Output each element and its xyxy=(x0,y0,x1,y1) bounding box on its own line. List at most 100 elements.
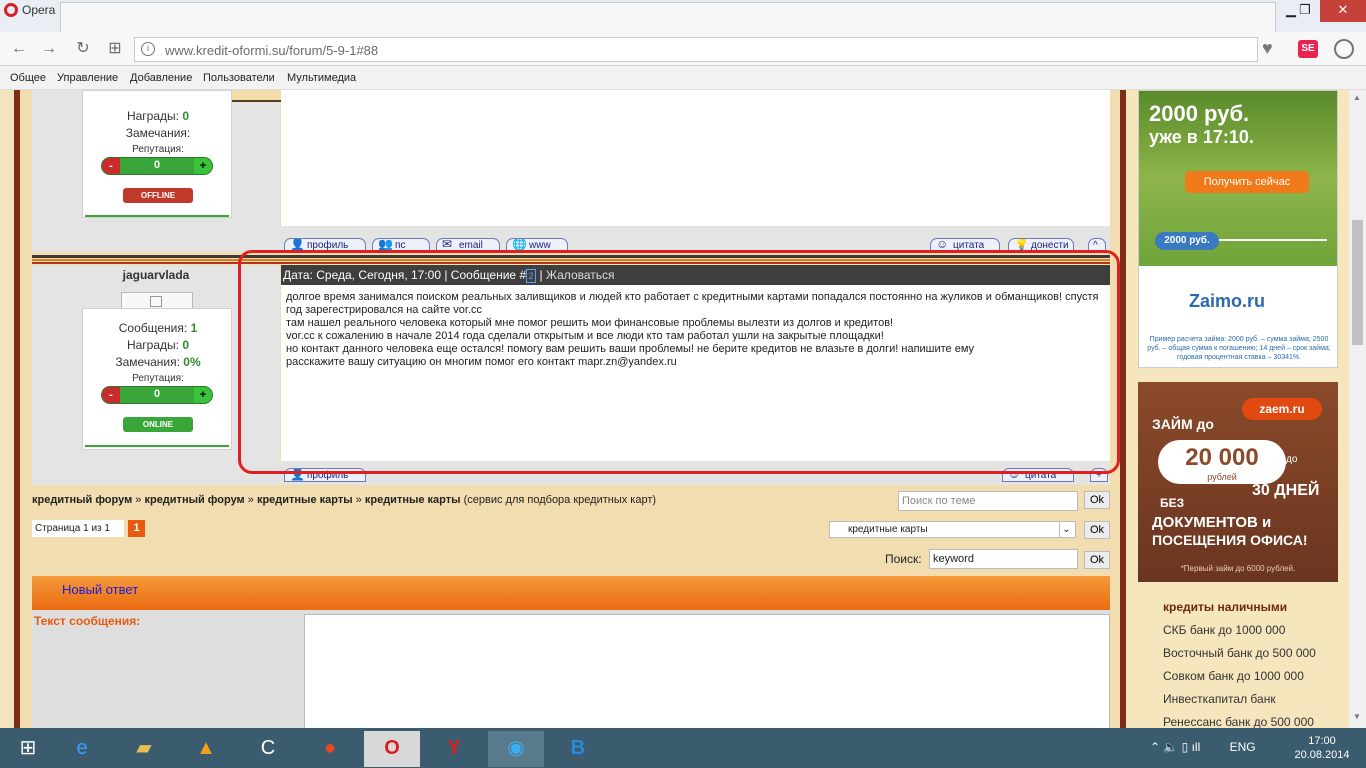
ezaem-currency: рублей xyxy=(1207,472,1237,482)
opera-taskbar-icon[interactable]: O xyxy=(364,731,420,767)
prev-rep-minus-button[interactable]: - xyxy=(102,158,120,174)
forum-jump-select[interactable]: кредитные карты ⌄ xyxy=(829,521,1076,538)
remarks-value: Замечания: 0% xyxy=(115,355,201,369)
scroll-up-icon[interactable]: ▲ xyxy=(1353,93,1361,102)
prev-awards: Награды: 0 xyxy=(126,109,190,123)
sidebar-link-renaissance[interactable]: Ренессанс банк до 500 000 xyxy=(1163,715,1314,728)
page-scrollbar[interactable]: ▲ ▼ xyxy=(1349,90,1366,728)
speed-dial-icon[interactable]: ⊞ xyxy=(104,38,126,60)
ezaem-brand: zaem.ru xyxy=(1242,398,1322,420)
sidebar-link-skb[interactable]: СКБ банк до 1000 000 xyxy=(1163,623,1285,637)
sidebar-link-sovcom[interactable]: Совком банк до 1000 000 xyxy=(1163,669,1304,683)
site-info-icon[interactable]: i xyxy=(141,42,155,56)
forum-jump-ok-button[interactable]: Ok xyxy=(1084,521,1110,539)
language-indicator[interactable]: ENG xyxy=(1230,740,1256,754)
menu-item-general[interactable]: Общее xyxy=(10,72,46,84)
paint-icon[interactable]: ● xyxy=(302,731,358,767)
prev-status-badge: OFFLINE xyxy=(123,188,193,203)
zaimo-time: уже в 17:10. xyxy=(1149,127,1254,147)
topic-search-input[interactable]: Поиск по теме xyxy=(898,491,1078,511)
ezaem-ad[interactable]: zaem.ru ЗАЙМ до 20 000 рублей до 30 ДНЕЙ… xyxy=(1138,382,1338,582)
ezaem-visit: ПОСЕЩЕНИЯ ОФИСА! xyxy=(1152,532,1308,548)
search-ok-button[interactable]: Ok xyxy=(1084,551,1110,569)
messages-count: Сообщения: 1 xyxy=(118,321,198,335)
prev-reputation-label: Репутация: xyxy=(132,144,184,155)
ezaem-loan-label: ЗАЙМ до xyxy=(1152,416,1214,432)
prev-rep-plus-button[interactable]: + xyxy=(194,158,212,174)
rep-plus-button[interactable]: + xyxy=(194,387,212,403)
address-url[interactable]: www.kredit-oformi.su/forum/5-9-1#88 xyxy=(165,43,378,58)
ezaem-to: до xyxy=(1286,454,1298,465)
breadcrumb-link[interactable]: кредитные карты xyxy=(257,494,353,506)
reply-title: Новый ответ xyxy=(62,582,139,597)
tab-strip[interactable] xyxy=(60,2,1276,32)
zaimo-ad[interactable]: 2000 руб. уже в 17:10. Получить сейчас 2… xyxy=(1138,90,1338,368)
prev-reputation-bar: - 0 + xyxy=(101,157,213,175)
internet-explorer-icon[interactable]: e xyxy=(54,731,110,767)
reply-header: Новый ответ xyxy=(32,576,1110,610)
post-user-card: Сообщения: 1 Награды: 0 Замечания: 0% Ре… xyxy=(82,308,232,450)
rep-value: 0 xyxy=(153,388,161,400)
back-icon[interactable]: ← xyxy=(8,38,30,60)
file-explorer-icon[interactable]: ▰ xyxy=(116,731,172,767)
page-viewport: Награды: 0 Замечания: Репутация: - 0 + O… xyxy=(0,90,1349,728)
zaimo-disclaimer: Пример расчета займа: 2000 руб. – сумма … xyxy=(1147,336,1331,361)
menu-item-users[interactable]: Пользователи xyxy=(203,72,275,84)
breadcrumb-link[interactable]: кредитные карты xyxy=(365,494,461,506)
search-input[interactable]: keyword xyxy=(929,549,1078,569)
bookmark-heart-icon[interactable]: ♥ xyxy=(1262,38,1273,59)
scroll-down-icon[interactable]: ▼ xyxy=(1353,712,1361,721)
breadcrumb: кредитный форум » кредитный форум » кред… xyxy=(32,494,657,506)
ezaem-without: БЕЗ xyxy=(1160,496,1185,510)
sidebar-heading: кредиты наличными xyxy=(1163,600,1288,614)
vk-app-icon[interactable]: B xyxy=(550,731,606,767)
maximize-button[interactable]: ❐ xyxy=(1290,0,1320,22)
chevron-down-icon[interactable]: ⌄ xyxy=(1059,522,1073,537)
message-text-label: Текст сообщения: xyxy=(34,614,141,628)
prev-user-card: Награды: 0 Замечания: Репутация: - 0 + O… xyxy=(82,90,232,218)
avast-icon[interactable]: ▲ xyxy=(178,731,234,767)
prev-remarks: Замечания: xyxy=(125,126,191,140)
reload-icon[interactable]: ↻ xyxy=(72,38,94,60)
tray-icons[interactable]: ⌃ 🔈 ▯ ıll xyxy=(1150,740,1200,754)
system-tray[interactable]: ⌃ 🔈 ▯ ıll ENG xyxy=(1150,740,1256,754)
message-textarea[interactable] xyxy=(304,614,1110,728)
prev-rep-value: 0 xyxy=(153,159,161,171)
sidebar-link-vostochny[interactable]: Восточный банк до 500 000 xyxy=(1163,646,1316,660)
close-window-button[interactable]: ✕ xyxy=(1320,0,1366,22)
online-badge: ONLINE xyxy=(123,417,193,432)
extension-se-icon[interactable]: SE xyxy=(1298,40,1318,58)
zaimo-slider[interactable]: 2000 руб. xyxy=(1155,232,1219,250)
forum-description: (сервис для подбора кредитных карт) xyxy=(463,494,657,506)
current-page-button[interactable]: 1 xyxy=(128,520,145,537)
menu-item-management[interactable]: Управление xyxy=(57,72,118,84)
scrollbar-thumb[interactable] xyxy=(1352,220,1363,345)
menu-item-add[interactable]: Добавление xyxy=(130,72,192,84)
breadcrumb-link[interactable]: кредитный форум xyxy=(144,494,244,506)
ezaem-docs: ДОКУМЕНТОВ и xyxy=(1152,514,1272,531)
clock[interactable]: 17:00 20.08.2014 xyxy=(1292,734,1352,762)
opera-menu-icon[interactable] xyxy=(1334,39,1354,59)
address-field[interactable]: i www.kredit-oformi.su/forum/5-9-1#88 xyxy=(134,37,1258,62)
breadcrumb-link[interactable]: кредитный форум xyxy=(32,494,132,506)
topic-search-ok-button[interactable]: Ok xyxy=(1084,491,1110,509)
reputation-bar: - 0 + xyxy=(101,386,213,404)
sidebar-link-investkapital[interactable]: Инвесткапитал банк xyxy=(1163,692,1276,706)
yandex-browser-icon[interactable]: Y xyxy=(426,731,482,767)
menu-item-multimedia[interactable]: Мультимедиа xyxy=(287,72,356,84)
rep-minus-button[interactable]: - xyxy=(102,387,120,403)
ccleaner-icon[interactable]: C xyxy=(240,731,296,767)
forward-icon[interactable]: → xyxy=(38,38,60,60)
reply-form: Текст сообщения: xyxy=(32,610,1110,728)
search-label: Поиск: xyxy=(885,552,922,566)
zaimo-get-button[interactable]: Получить сейчас xyxy=(1185,171,1309,193)
navigation-bar: ← → ↻ ⊞ i www.kredit-oformi.su/forum/5-9… xyxy=(0,32,1366,66)
site-menu-bar: Общее Управление Добавление Пользователи… xyxy=(0,66,1366,90)
clock-time: 17:00 xyxy=(1308,735,1336,747)
highlight-frame xyxy=(238,250,1120,474)
media-player-icon[interactable]: ◉ xyxy=(488,731,544,767)
opera-logo-icon[interactable] xyxy=(4,3,18,17)
windows-start-icon[interactable]: ⊞ xyxy=(0,731,56,767)
app-title: Opera xyxy=(22,3,56,17)
title-bar: Opera ▁ ❐ ✕ xyxy=(0,0,1366,32)
